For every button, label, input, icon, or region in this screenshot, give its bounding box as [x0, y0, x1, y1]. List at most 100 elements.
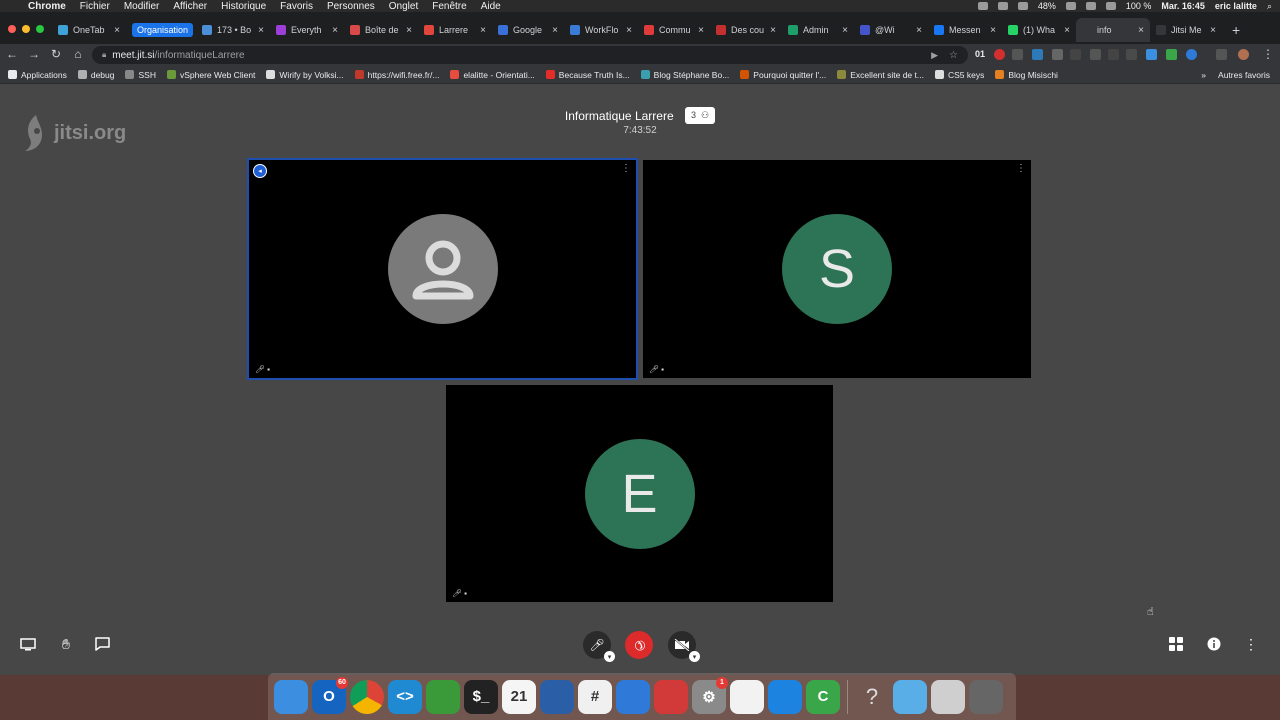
- mongodb-icon[interactable]: [426, 679, 460, 714]
- extension-icon[interactable]: [1108, 49, 1119, 60]
- extension-icon[interactable]: [1186, 49, 1197, 60]
- bookmark-item[interactable]: CS5 keys: [934, 70, 984, 80]
- slack-icon[interactable]: #: [578, 679, 612, 714]
- close-tab-icon[interactable]: ×: [406, 25, 412, 36]
- close-tab-icon[interactable]: ×: [114, 25, 120, 36]
- info-icon[interactable]: [1204, 634, 1224, 654]
- chat-icon[interactable]: [92, 634, 112, 654]
- menu-fenetre[interactable]: Fenêtre: [432, 1, 466, 12]
- camera-toggle-button[interactable]: ▾: [668, 631, 700, 662]
- browser-tab[interactable]: Larrere ×: [418, 18, 492, 42]
- keynote-icon[interactable]: [616, 679, 650, 714]
- extension-icon[interactable]: [1216, 49, 1227, 60]
- battery-status[interactable]: 100 %: [1126, 1, 1152, 11]
- menubar-user[interactable]: eric lalitte: [1215, 1, 1257, 11]
- menubar-clock[interactable]: Mar. 16:45: [1161, 1, 1205, 11]
- minimize-window-button[interactable]: [22, 25, 30, 33]
- camera-permission-icon[interactable]: ▶: [931, 50, 938, 61]
- extension-icon[interactable]: [1070, 49, 1081, 60]
- extension-icon[interactable]: [1090, 49, 1101, 60]
- wifi-icon[interactable]: [1105, 2, 1116, 10]
- camtasia-icon[interactable]: C: [806, 679, 840, 714]
- browser-tab[interactable]: @Wi ×: [854, 18, 928, 42]
- bookmark-item[interactable]: https://wifi.free.fr/...: [354, 70, 439, 80]
- browser-tab[interactable]: Google ×: [492, 18, 564, 42]
- close-tab-icon[interactable]: ×: [990, 25, 996, 36]
- bookmark-star-icon[interactable]: ☆: [949, 50, 958, 61]
- bluetooth-icon[interactable]: [1085, 2, 1096, 10]
- virtualbox-icon[interactable]: [540, 679, 574, 714]
- close-tab-icon[interactable]: ×: [770, 25, 776, 36]
- browser-tab[interactable]: 173 • Bo ×: [196, 18, 270, 42]
- outlook-icon[interactable]: O 60: [312, 676, 348, 714]
- tile-menu-icon[interactable]: ⋮: [621, 163, 631, 174]
- tile-view-icon[interactable]: [1166, 634, 1186, 654]
- network-stats-icon[interactable]: [1017, 2, 1028, 10]
- participant-tile[interactable]: E 🎤︎ ▪: [446, 385, 833, 602]
- extension-icon[interactable]: [1052, 49, 1063, 60]
- bookmark-item[interactable]: Blog Stéphane Bo...: [640, 70, 729, 80]
- extension-icon[interactable]: [1146, 49, 1157, 60]
- browser-tab[interactable]: OneTab ×: [52, 18, 126, 42]
- zoom-window-button[interactable]: [36, 25, 44, 33]
- browser-tab[interactable]: WorkFlo ×: [564, 18, 638, 42]
- close-tab-icon[interactable]: ×: [1210, 25, 1216, 36]
- battery-percent[interactable]: 48%: [1038, 1, 1056, 11]
- close-tab-icon[interactable]: ×: [626, 25, 632, 36]
- chrome-icon[interactable]: [350, 679, 384, 714]
- browser-tab[interactable]: Commu ×: [638, 18, 710, 42]
- finder-icon[interactable]: [274, 679, 308, 714]
- close-tab-icon[interactable]: ×: [480, 25, 486, 36]
- extension-icon[interactable]: [1166, 49, 1177, 60]
- participant-tile[interactable]: ⋮ S 🎤︎ ▪: [643, 160, 1031, 378]
- tab-group-label[interactable]: Organisation: [132, 23, 194, 37]
- menu-app-chrome[interactable]: Chrome: [28, 1, 66, 12]
- back-arrow-icon[interactable]: ←: [4, 47, 20, 61]
- extension-icon[interactable]: [1032, 49, 1043, 60]
- home-icon[interactable]: ⌂: [70, 47, 86, 61]
- chrome-menu-icon[interactable]: ⋮: [1262, 47, 1274, 61]
- new-tab-button[interactable]: +: [1232, 22, 1240, 38]
- bookmark-item[interactable]: Pourquoi quitter l'...: [740, 70, 826, 80]
- bookmark-item[interactable]: Wirify by Volksi...: [266, 70, 344, 80]
- close-tab-icon[interactable]: ×: [1138, 25, 1144, 36]
- tile-menu-icon[interactable]: ⋮: [1016, 163, 1026, 174]
- participant-count-badge[interactable]: 3 ⚇: [684, 107, 716, 124]
- browser-tab[interactable]: Organisation: [126, 18, 196, 42]
- calendar-icon[interactable]: 21: [502, 679, 536, 714]
- chevron-down-icon[interactable]: ▾: [604, 651, 615, 662]
- menu-personnes[interactable]: Personnes: [327, 1, 375, 12]
- extension-icon[interactable]: [1126, 49, 1137, 60]
- bookmark-item[interactable]: Blog Misischi: [995, 70, 1058, 80]
- forward-arrow-icon[interactable]: →: [26, 47, 42, 61]
- bookmark-item[interactable]: SSH: [125, 70, 156, 80]
- menu-aide[interactable]: Aide: [481, 1, 501, 12]
- close-window-button[interactable]: [8, 25, 16, 33]
- microphone-toggle-button[interactable]: 🎤︎ ▾: [583, 631, 615, 662]
- terminal-icon[interactable]: $_: [464, 679, 498, 714]
- browser-tab[interactable]: Boîte de ×: [344, 18, 418, 42]
- teamviewer-icon[interactable]: [768, 679, 802, 714]
- browser-tab[interactable]: Messen ×: [928, 18, 1002, 42]
- folder-icon[interactable]: [893, 679, 927, 714]
- bookmark-item[interactable]: elalitte - Orientati...: [450, 70, 535, 80]
- close-tab-icon[interactable]: ×: [1064, 25, 1070, 36]
- close-tab-icon[interactable]: ×: [842, 25, 848, 36]
- bookmark-item[interactable]: vSphere Web Client: [166, 70, 255, 80]
- browser-tab[interactable]: Des cou ×: [710, 18, 782, 42]
- menu-historique[interactable]: Historique: [221, 1, 266, 12]
- lock-icon[interactable]: 🔒︎: [102, 50, 106, 60]
- menu-onglet[interactable]: Onglet: [389, 1, 418, 12]
- profile-badge[interactable]: 01: [975, 49, 985, 59]
- bookmarks-overflow-icon[interactable]: »: [1201, 70, 1206, 80]
- close-tab-icon[interactable]: ×: [332, 25, 338, 36]
- ublock-icon[interactable]: [994, 49, 1005, 60]
- more-options-icon[interactable]: ⋮: [1241, 634, 1261, 654]
- reload-icon[interactable]: ↻: [48, 47, 64, 61]
- close-tab-icon[interactable]: ×: [916, 25, 922, 36]
- browser-tab[interactable]: (1) Wha ×: [1002, 18, 1076, 42]
- cloud-icon[interactable]: [997, 2, 1008, 10]
- textedit-icon[interactable]: [730, 679, 764, 714]
- browser-tab[interactable]: Admin ×: [782, 18, 854, 42]
- screen-share-icon[interactable]: [18, 634, 38, 654]
